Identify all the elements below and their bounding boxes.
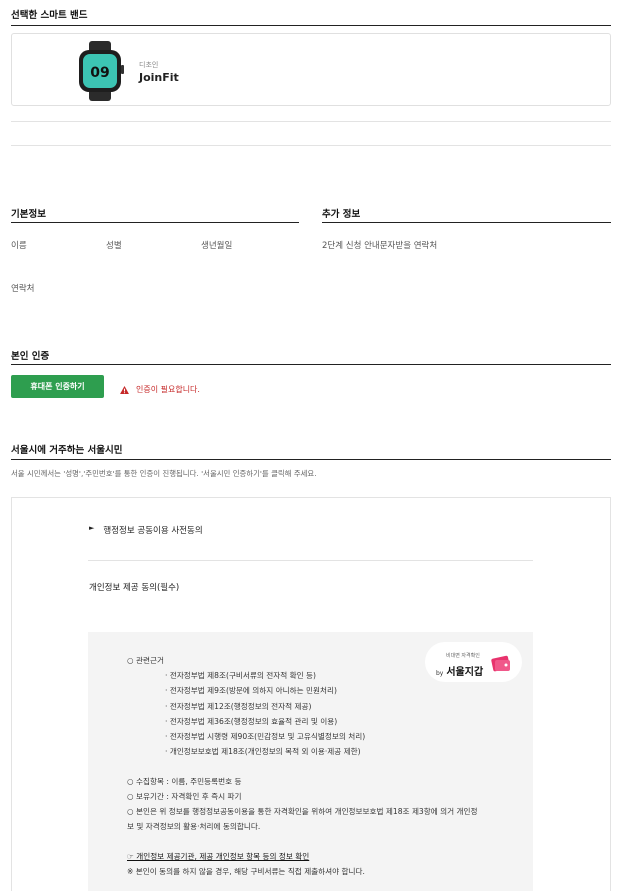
consent-divider [88, 560, 533, 561]
device-brand: 디초인 [139, 61, 159, 69]
badge-main: 서울지갑 [446, 667, 484, 678]
basic-info-title: 기본정보 [11, 209, 46, 220]
auth-warning: 인증이 필요합니다. [120, 384, 200, 395]
agreement-line-1: ○ 본인은 위 정보를 행정정보공동이용을 통한 자격확인을 위하여 개인정보보… [127, 807, 478, 816]
seoul-wallet-badge: 비대면 자격확인 by 서울지갑 [425, 642, 522, 682]
auth-warning-text: 인증이 필요합니다. [136, 385, 200, 394]
sms-contact-label: 2단계 신청 안내문자받을 연락처 [322, 241, 438, 251]
identity-title: 본인 인증 [11, 351, 50, 362]
law-item: · 개인정보보호법 제18조(개인정보의 목적 외 이용·제공 제한) [165, 747, 361, 756]
law-item: · 전자정부법 시행령 제90조(민감정보 및 고유식별정보의 처리) [165, 732, 366, 741]
provider-info-link[interactable]: ☞ 개인정보 제공기관, 제공 개인정보 항목 등의 정보 확인 [127, 851, 309, 862]
additional-info-divider [322, 222, 611, 223]
separator-2 [11, 145, 611, 146]
agreement-line-2: 보 및 자격정보의 활용·처리에 동의합니다. [127, 822, 261, 831]
consent-toggle[interactable]: ► 행정정보 공동이용 사전동의 [89, 524, 203, 536]
badge-subtitle: 비대면 자격확인 [446, 653, 480, 659]
badge-title: by 서울지갑 [436, 663, 483, 678]
collected-items: ○ 수집항목 : 이름, 주민등록번호 등 [127, 777, 242, 786]
law-item: · 전자정부법 제8조(구비서류의 전자적 확인 등) [165, 671, 316, 680]
phone-auth-button[interactable]: 휴대폰 인증하기 [11, 375, 104, 398]
seoul-citizen-divider [11, 459, 611, 460]
law-item: · 전자정부법 제12조(행정정보의 전자적 제공) [165, 702, 312, 711]
name-label: 이름 [11, 241, 27, 251]
selected-band-title: 선택한 스마트 밴드 [11, 10, 88, 21]
identity-divider [11, 364, 611, 365]
selected-band-divider [11, 25, 611, 26]
consent-toggle-label: 행정정보 공동이용 사전동의 [103, 526, 203, 536]
basic-info-divider [11, 222, 299, 223]
legal-basis-title: ○ 관련근거 [127, 656, 164, 665]
triangle-right-icon: ► [89, 524, 95, 532]
consent-note: ※ 본인이 동의를 하지 않을 경우, 해당 구비서류는 직접 제출하셔야 합니… [127, 867, 365, 876]
privacy-consent-title: 개인정보 제공 동의(필수) [89, 583, 180, 593]
seoul-citizen-description: 서울 시민께서는 '성명','주민번호'를 통한 인증이 진행됩니다. '서울시… [11, 469, 317, 478]
birthdate-label: 생년월일 [201, 241, 233, 251]
device-model: JoinFit [139, 71, 179, 84]
wallet-icon [491, 655, 510, 672]
gender-label: 성별 [106, 241, 122, 251]
contact-label: 연락처 [11, 284, 35, 294]
smart-watch-image: 09 [79, 41, 124, 101]
separator-1 [11, 121, 611, 122]
law-item: · 전자정부법 제36조(행정정보의 효율적 관리 및 이용) [165, 717, 338, 726]
watch-face-number: 09 [90, 65, 109, 81]
warning-icon [120, 385, 129, 394]
badge-by: by [436, 670, 444, 677]
law-item: · 전자정부법 제9조(방문에 의하지 아니하는 민원처리) [165, 686, 337, 695]
seoul-citizen-title: 서울시에 거주하는 서울시민 [11, 445, 123, 456]
additional-info-title: 추가 정보 [322, 209, 361, 220]
selected-device-card[interactable]: 09 디초인 JoinFit [11, 33, 611, 106]
retention-period: ○ 보유기간 : 자격확인 후 즉시 파기 [127, 792, 242, 801]
